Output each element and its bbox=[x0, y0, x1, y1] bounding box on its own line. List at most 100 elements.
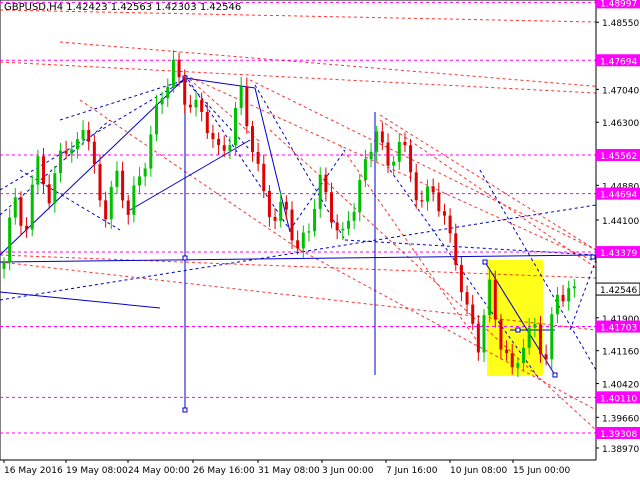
x-tick-label: 15 Jun 00:00 bbox=[513, 466, 570, 476]
pivot-marker bbox=[482, 259, 488, 265]
y-tick-label: 1.40420 bbox=[602, 381, 639, 391]
candle-body bbox=[228, 145, 232, 151]
candle-body bbox=[217, 139, 221, 146]
y-tick-label: 1.41160 bbox=[602, 348, 639, 358]
candle-body bbox=[482, 315, 486, 353]
candle-body bbox=[194, 99, 198, 108]
candle-body bbox=[290, 209, 294, 241]
candle-body bbox=[437, 192, 441, 212]
candle-body bbox=[448, 215, 452, 234]
candle-body bbox=[414, 172, 418, 201]
candle-body bbox=[42, 156, 46, 185]
candle-body bbox=[397, 141, 401, 162]
candle-body bbox=[154, 104, 158, 135]
candle-body bbox=[126, 200, 130, 215]
candle-body bbox=[386, 142, 390, 166]
candle-body bbox=[183, 77, 187, 105]
candle-body bbox=[555, 294, 559, 315]
price-chart[interactable]: 1.485501.470401.463001.448801.441001.426… bbox=[0, 0, 640, 480]
x-tick-label: 31 May 08:00 bbox=[258, 466, 320, 476]
candle-body bbox=[420, 200, 424, 202]
x-tick-label: 24 May 00:00 bbox=[128, 466, 190, 476]
x-tick-label: 26 May 16:00 bbox=[193, 466, 255, 476]
candle-body bbox=[47, 184, 51, 204]
candle-body bbox=[527, 327, 531, 348]
x-tick-label: 7 Jun 16:00 bbox=[386, 466, 438, 476]
candle-body bbox=[307, 231, 311, 233]
candle-body bbox=[245, 86, 249, 127]
candle-body bbox=[160, 98, 164, 105]
candle-body bbox=[256, 151, 260, 164]
candle-body bbox=[454, 233, 458, 265]
candle-body bbox=[471, 304, 475, 324]
candle-body bbox=[522, 347, 526, 363]
candle-body bbox=[284, 201, 288, 210]
chart-window: 1.485501.470401.463001.448801.441001.426… bbox=[0, 0, 640, 480]
candle-body bbox=[296, 240, 300, 249]
y-tick-label: 1.47040 bbox=[602, 86, 639, 96]
level-tag-label: 1.39308 bbox=[600, 430, 637, 440]
candle-body bbox=[442, 211, 446, 216]
x-tick-label: 19 May 08:00 bbox=[66, 466, 128, 476]
candle-body bbox=[550, 314, 554, 360]
candle-body bbox=[567, 288, 571, 302]
x-tick-label: 3 Jun 00:00 bbox=[322, 466, 374, 476]
level-tag-label: 1.43379 bbox=[600, 249, 637, 259]
candle-body bbox=[363, 159, 367, 180]
candle-body bbox=[87, 129, 91, 142]
level-tag-label: 1.48997 bbox=[600, 0, 637, 9]
chart-title: GBPUSD,H4 1.42423 1.42563 1.42303 1.4254… bbox=[4, 2, 242, 13]
candle-body bbox=[234, 108, 238, 146]
candle-body bbox=[488, 279, 492, 316]
candle-body bbox=[92, 141, 96, 165]
x-tick-label: 16 May 2016 bbox=[4, 466, 63, 476]
pivot-marker bbox=[552, 372, 558, 378]
candle-body bbox=[313, 208, 317, 232]
y-tick-label: 1.48550 bbox=[602, 19, 639, 29]
candle-body bbox=[58, 150, 62, 174]
candle-body bbox=[121, 170, 125, 201]
candle-body bbox=[143, 168, 147, 177]
level-tag-label: 1.44694 bbox=[600, 191, 637, 201]
y-tick-label: 1.44100 bbox=[602, 217, 639, 227]
candle-body bbox=[64, 150, 68, 154]
candle-body bbox=[375, 131, 379, 152]
level-tag-label: 1.45562 bbox=[600, 152, 637, 162]
candle-body bbox=[132, 185, 136, 215]
candle-body bbox=[267, 190, 271, 217]
candle-body bbox=[239, 86, 243, 109]
candle-body bbox=[262, 163, 266, 191]
candle-body bbox=[476, 323, 480, 353]
candle-body bbox=[505, 349, 509, 354]
candle-body bbox=[426, 186, 430, 202]
candle-body bbox=[380, 131, 384, 143]
candle-body bbox=[8, 217, 12, 263]
candle-body bbox=[98, 164, 102, 201]
pivot-marker bbox=[182, 255, 188, 261]
x-tick-label: 10 Jun 08:00 bbox=[450, 466, 507, 476]
pivot-marker bbox=[515, 327, 521, 333]
candle-body bbox=[2, 262, 6, 269]
candle-body bbox=[499, 319, 503, 350]
candle-body bbox=[273, 216, 277, 221]
candle-body bbox=[53, 173, 57, 204]
candle-body bbox=[166, 86, 170, 99]
candle-body bbox=[341, 228, 345, 231]
candle-body bbox=[70, 149, 74, 154]
candle-body bbox=[149, 134, 153, 169]
candle-body bbox=[30, 184, 34, 230]
candle-body bbox=[431, 186, 435, 193]
candle-body bbox=[301, 232, 305, 249]
candle-body bbox=[104, 200, 108, 220]
level-tag-label: 1.41703 bbox=[600, 324, 637, 334]
pivot-marker bbox=[590, 254, 596, 260]
candle-body bbox=[346, 220, 350, 229]
candle-body bbox=[109, 186, 113, 220]
candle-body bbox=[25, 225, 29, 230]
level-tag-label: 1.47694 bbox=[600, 57, 637, 67]
level-tag-label: 1.40110 bbox=[600, 394, 637, 404]
candle-body bbox=[335, 222, 339, 231]
candle-body bbox=[13, 197, 17, 218]
candle-body bbox=[533, 324, 537, 328]
candle-body bbox=[222, 145, 226, 151]
